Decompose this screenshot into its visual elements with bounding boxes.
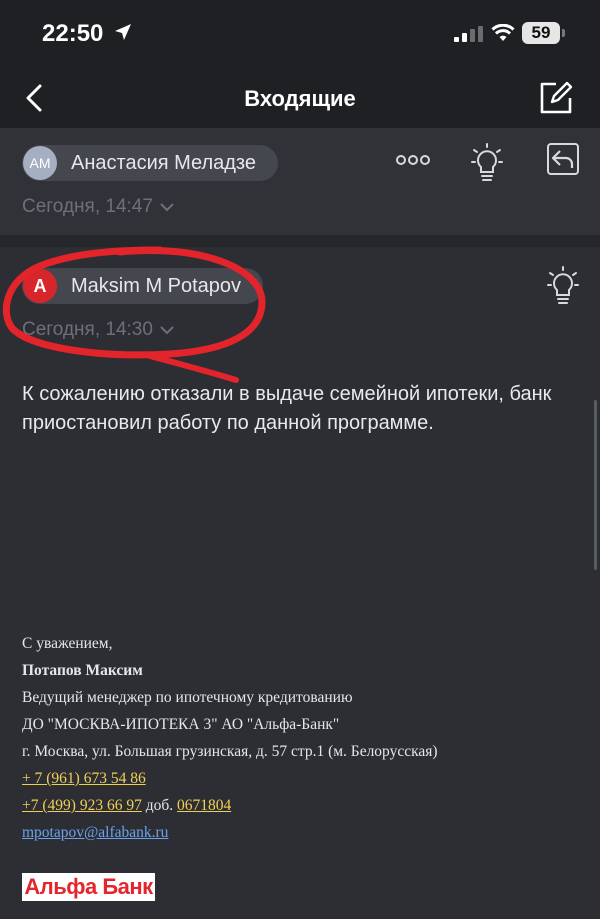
signal-icon [454, 26, 483, 42]
message-body: К сожалению отказали в выдаче семейной и… [22, 383, 552, 434]
extension-link[interactable]: 0671804 [177, 797, 231, 814]
sender-chip-active[interactable]: А Maksim M Potapov [22, 268, 264, 304]
email-signature: С уважением, Потапов Максим Ведущий мене… [22, 630, 582, 846]
sender-name: Анастасия Меладзе [71, 151, 256, 174]
signature-name: Потапов Максим [22, 662, 143, 679]
signature-greeting: С уважением, [22, 635, 113, 652]
sender-name: Maksim M Potapov [71, 274, 242, 297]
message-separator [0, 235, 600, 247]
scrollbar[interactable] [594, 400, 597, 570]
phone-link-mobile[interactable]: + 7 (961) 673 54 86 [22, 770, 146, 787]
annotation-circle [2, 246, 266, 383]
signature-address: г. Москва, ул. Большая грузинская, д. 57… [22, 743, 438, 760]
wifi-icon [491, 24, 515, 41]
message-date[interactable]: Сегодня, 14:47 [22, 196, 175, 218]
status-time: 22:50 [42, 20, 104, 47]
message-date[interactable]: Сегодня, 14:30 [22, 319, 175, 341]
signature-position: Ведущий менеджер по ипотечному кредитова… [22, 689, 353, 706]
extension-label: доб. [145, 797, 174, 814]
signature-office: ДО "МОСКВА-ИПОТЕКА 3" АО "Альфа-Банк" [22, 716, 340, 733]
status-bar: 22:50 59 [0, 0, 600, 66]
phone-link-office[interactable]: +7 (499) 923 66 97 [22, 797, 142, 814]
avatar: А [23, 269, 57, 303]
message-date-text: Сегодня, 14:47 [22, 196, 153, 217]
sender-chip[interactable]: АМ Анастасия Меладзе [22, 145, 278, 181]
message-date-text: Сегодня, 14:30 [22, 319, 153, 340]
navigation-bar: Входящие [0, 66, 600, 128]
compose-icon[interactable] [536, 78, 576, 118]
battery-icon: 59 [522, 22, 565, 44]
chevron-down-icon [160, 326, 174, 335]
reply-icon[interactable] [546, 142, 580, 176]
avatar: АМ [23, 146, 57, 180]
more-dots-icon[interactable] [396, 154, 430, 166]
chevron-down-icon [160, 203, 174, 212]
page-title: Входящие [244, 86, 356, 111]
location-arrow-icon [115, 24, 131, 40]
email-link[interactable]: mpotapov@alfabank.ru [22, 824, 168, 841]
alfa-bank-logo: Альфа Банк [22, 873, 155, 901]
lightbulb-icon[interactable] [470, 142, 504, 182]
lightbulb-icon[interactable] [546, 265, 580, 305]
